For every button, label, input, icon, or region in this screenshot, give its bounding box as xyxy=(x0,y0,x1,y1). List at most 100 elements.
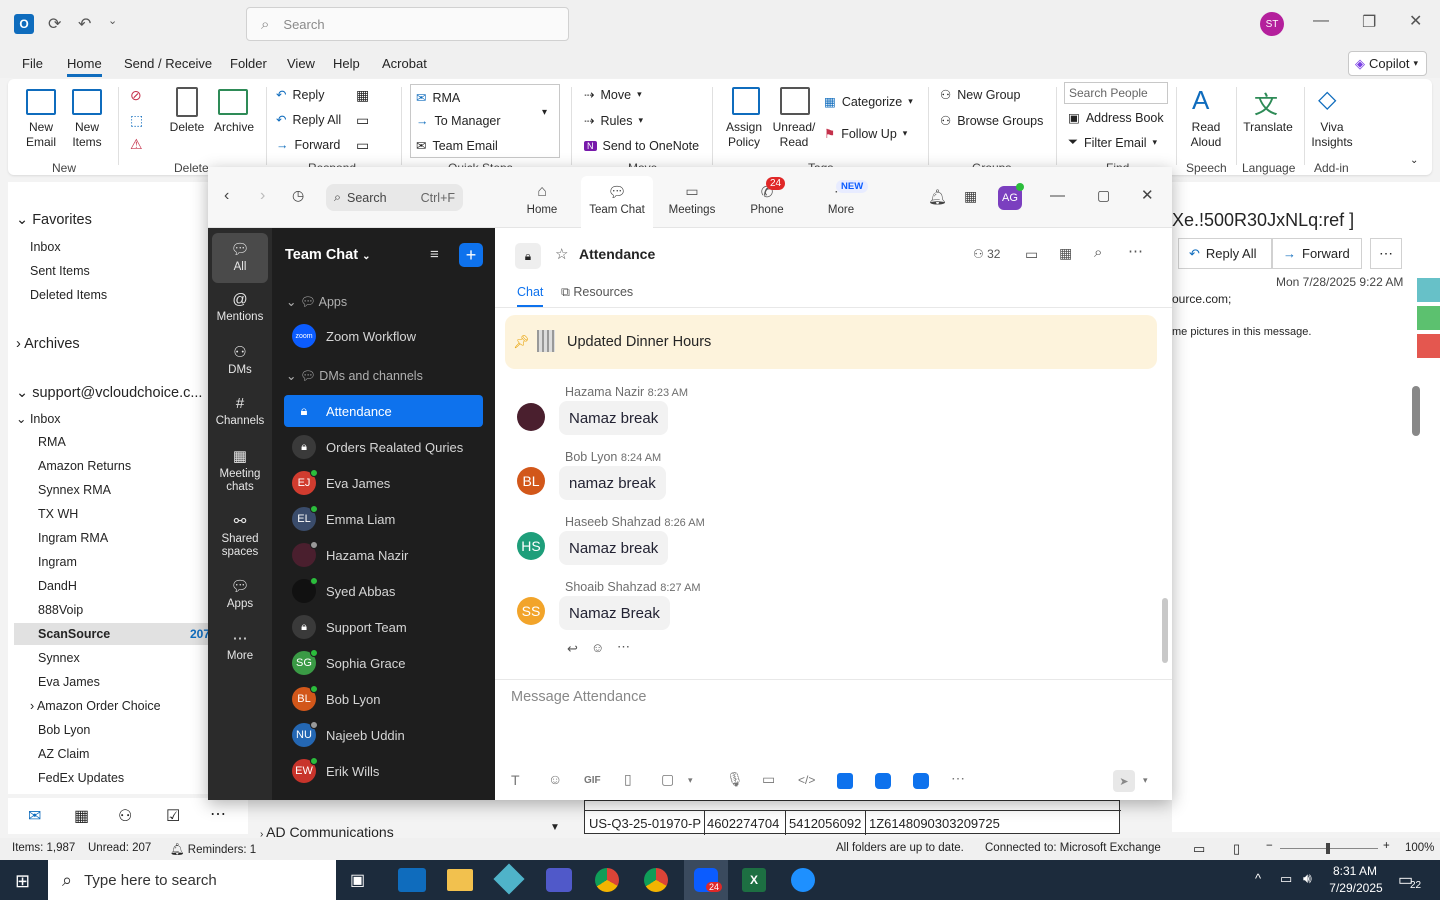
address-book-button[interactable]: ▣ Address Book xyxy=(1068,110,1164,126)
new-group-button[interactable]: ⚇ New Group xyxy=(940,87,1020,103)
folder-scansource[interactable]: ScanSource xyxy=(38,627,110,641)
rules-button[interactable]: ⇢ Rules ▾ xyxy=(584,113,643,129)
screenshot-icon[interactable]: ▢ xyxy=(661,771,674,788)
reminders-status[interactable]: 🔔︎ Reminders: 1 xyxy=(170,842,256,856)
folder-item[interactable]: Ingram RMA xyxy=(38,531,108,545)
new-items-button[interactable]: New Items xyxy=(66,120,108,150)
menu-home[interactable]: Home xyxy=(67,56,102,77)
folder-item[interactable]: FedEx Updates xyxy=(38,771,124,785)
folder-item[interactable]: Bob Lyon xyxy=(38,723,90,737)
meeting-reply-icon[interactable]: ▦ xyxy=(356,87,369,104)
menu-help[interactable]: Help xyxy=(333,56,360,71)
app-taskbar-icon[interactable] xyxy=(493,863,525,895)
minimize-icon[interactable]: — xyxy=(1313,12,1329,30)
zoom-search-input[interactable]: ⌕ Search Ctrl+F xyxy=(326,184,463,211)
close-icon[interactable]: ✕ xyxy=(1409,11,1422,31)
section-dms[interactable]: ⌄ 💬︎ DMs and channels xyxy=(286,368,423,384)
sync-icon[interactable]: ⟳ xyxy=(48,14,61,34)
translate-button[interactable]: Translate xyxy=(1238,120,1298,135)
scroll-down-icon[interactable]: ▼ xyxy=(550,822,560,833)
quick-step-to-manager[interactable]: → To Manager xyxy=(416,114,501,128)
rail-more[interactable]: ⋯ More xyxy=(212,629,268,662)
outlook-search-input[interactable]: ⌕ Search xyxy=(246,7,569,41)
list-item[interactable]: EW Erik Wills xyxy=(284,755,483,787)
zoom-slider-thumb[interactable] xyxy=(1326,843,1330,854)
outlook-taskbar-icon[interactable] xyxy=(398,868,426,892)
list-item[interactable]: zoom Zoom Workflow xyxy=(284,320,483,352)
menu-view[interactable]: View xyxy=(287,56,315,71)
list-item[interactable]: 🔒︎ Support Team xyxy=(284,611,483,643)
message-bubble[interactable]: Namaz break xyxy=(559,401,669,435)
assign-policy-button[interactable]: Assign Policy xyxy=(720,120,768,150)
reading-view-icon[interactable]: ▯ xyxy=(1233,841,1240,857)
zoom-out-icon[interactable]: − xyxy=(1266,840,1273,852)
folder-inbox-fav[interactable]: Inbox xyxy=(30,240,61,254)
message-bubble[interactable]: Namaz Break xyxy=(559,596,670,630)
list-item[interactable]: EJ Eva James xyxy=(284,467,483,499)
search-people-input[interactable]: Search People xyxy=(1064,82,1168,104)
people-icon[interactable]: ⚇ xyxy=(118,806,132,826)
forward-nav-icon[interactable]: › xyxy=(260,187,265,205)
app-icon[interactable] xyxy=(837,773,853,789)
file-icon[interactable]: ▯ xyxy=(624,771,632,788)
list-item-attendance[interactable]: 🔒︎ Attendance xyxy=(284,395,483,427)
chrome-icon[interactable] xyxy=(595,868,619,892)
folder-inbox[interactable]: ⌄ Inbox xyxy=(16,411,61,426)
folder-item[interactable]: TX WH xyxy=(38,507,78,521)
folder-item[interactable]: Eva James xyxy=(38,675,100,689)
task-view-icon[interactable]: ▣ xyxy=(350,870,365,890)
section-apps[interactable]: ⌄ 💬︎ Apps xyxy=(286,294,347,310)
menu-folder[interactable]: Folder xyxy=(230,56,267,71)
user-avatar[interactable]: ST xyxy=(1260,12,1284,36)
star-icon[interactable]: ☆ xyxy=(555,245,568,263)
file-explorer-icon[interactable] xyxy=(447,869,473,891)
account-header[interactable]: ⌄ support@vcloudchoice.c... xyxy=(16,385,202,401)
search-icon[interactable]: ⌕ xyxy=(1094,244,1102,261)
rail-all[interactable]: 💬︎ All xyxy=(212,240,268,273)
emoji-react-icon[interactable]: ☺ xyxy=(591,640,604,655)
windows-start-icon[interactable]: ⊞ xyxy=(15,871,30,892)
video-clip-icon[interactable]: ▭ xyxy=(762,771,775,788)
rail-apps[interactable]: 💬︎ Apps xyxy=(212,577,268,610)
close-icon[interactable]: ✕ xyxy=(1141,186,1154,204)
collapse-ribbon-icon[interactable]: ⌄ xyxy=(1410,155,1418,166)
nav-team-chat[interactable]: 💬︎ Team Chat xyxy=(581,176,653,228)
clock-time[interactable]: 8:31 AM xyxy=(1330,864,1380,878)
read-aloud-button[interactable]: Read Aloud xyxy=(1182,120,1230,150)
chevron-down-icon[interactable]: ▾ xyxy=(688,775,693,786)
categorize-button[interactable]: ▦ Categorize ▾ xyxy=(824,94,913,110)
list-item[interactable]: 🔒︎ Orders Realated Quries xyxy=(284,431,483,463)
ignore-icon[interactable]: ⊘ xyxy=(130,87,142,104)
reading-forward-button[interactable]: → Forward xyxy=(1272,238,1362,269)
list-title[interactable]: Team Chat ⌄ xyxy=(285,247,370,263)
folder-item[interactable]: DandH xyxy=(38,579,77,593)
maximize-icon[interactable]: ▢ xyxy=(1097,187,1110,204)
network-icon[interactable]: ▭ xyxy=(1280,871,1292,887)
send-button[interactable]: ➤ xyxy=(1113,770,1135,792)
quick-step-team-email[interactable]: ✉ Team Email xyxy=(416,138,498,154)
bell-icon[interactable]: 🔔︎ xyxy=(928,188,947,206)
calendar-icon[interactable]: ▦ xyxy=(964,188,977,205)
folder-item[interactable]: › Amazon Order Choice xyxy=(30,699,161,713)
folder-item[interactable]: 888Voip xyxy=(38,603,83,617)
more-icon[interactable]: ⋯ xyxy=(617,639,630,655)
list-item[interactable]: SG Sophia Grace xyxy=(284,647,483,679)
copilot-button[interactable]: ◈ Copilot ▾ xyxy=(1348,51,1427,76)
new-email-button[interactable]: New Email xyxy=(22,120,60,150)
folder-item[interactable]: Amazon Returns xyxy=(38,459,131,473)
filter-email-button[interactable]: ⏷ Filter Email ▾ xyxy=(1068,135,1157,150)
zoom-in-icon[interactable]: + xyxy=(1383,840,1390,852)
tab-chat[interactable]: Chat xyxy=(517,285,544,307)
more-respond-icon[interactable]: ▭ xyxy=(356,137,369,154)
app-taskbar-icon[interactable] xyxy=(791,868,815,892)
mail-icon[interactable]: ✉ xyxy=(28,806,41,826)
normal-view-icon[interactable]: ▭ xyxy=(1193,841,1205,857)
chrome-icon[interactable] xyxy=(644,868,668,892)
clock-date[interactable]: 7/29/2025 xyxy=(1326,881,1386,895)
new-chat-button[interactable]: + xyxy=(459,243,483,267)
chat-scrollbar[interactable] xyxy=(1162,598,1168,663)
rail-channels[interactable]: # Channels xyxy=(212,395,268,427)
rail-meeting-chats[interactable]: ▦ Meeting chats xyxy=(212,447,268,494)
more-apps-icon[interactable]: ⋯ xyxy=(210,804,226,824)
code-icon[interactable]: </> xyxy=(798,773,815,787)
